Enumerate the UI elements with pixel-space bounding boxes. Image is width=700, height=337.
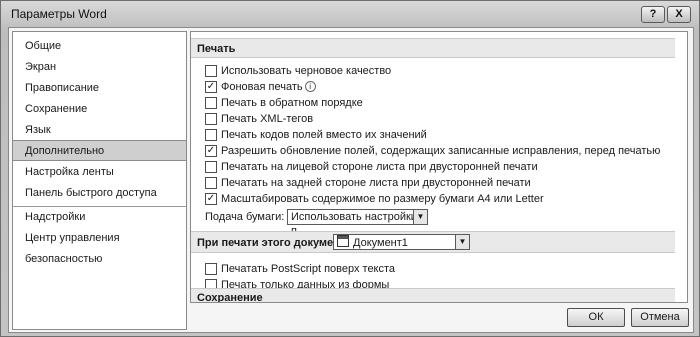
checkbox[interactable] — [205, 97, 217, 109]
option-label: Масштабировать содержимое по размеру бум… — [221, 193, 544, 205]
option-label: Печатать на задней стороне листа при дву… — [221, 177, 531, 189]
help-button[interactable]: ? — [641, 6, 665, 23]
title-bar[interactable]: Параметры Word ? X — [1, 1, 699, 27]
chevron-down-icon[interactable]: ▼ — [413, 210, 427, 224]
options-dialog: Параметры Word ? X Общие Экран Правописа… — [0, 0, 700, 337]
checkbox[interactable] — [205, 129, 217, 141]
sidebar-item-addins[interactable]: Надстройки — [13, 207, 186, 228]
dialog-body: Общие Экран Правописание Сохранение Язык… — [8, 27, 694, 333]
checkbox[interactable] — [205, 65, 217, 77]
close-button[interactable]: X — [667, 6, 691, 23]
sidebar-item-advanced[interactable]: Дополнительно — [13, 140, 186, 161]
section-header-print: Печать — [191, 38, 675, 58]
checkbox[interactable] — [205, 177, 217, 189]
sidebar-item-trust-center[interactable]: Центр управления безопасностью — [13, 228, 186, 265]
paper-feed-label: Подача бумаги: — [205, 211, 285, 223]
checkbox[interactable] — [205, 161, 217, 173]
checkbox-checked[interactable]: ✓ — [205, 81, 217, 93]
sidebar-item-customize-ribbon[interactable]: Настройка ленты — [13, 162, 186, 183]
sidebar-item-display[interactable]: Экран — [13, 57, 186, 78]
option-label: Использовать черновое качество — [221, 65, 392, 77]
document-section-title: При печати этого документа: — [197, 237, 355, 249]
option-label: Печать кодов полей вместо их значений — [221, 129, 427, 141]
option-label: Печатать PostScript поверх текста — [221, 263, 396, 275]
checkbox[interactable] — [205, 113, 217, 125]
sidebar-item-quick-access-toolbar[interactable]: Панель быстрого доступа — [13, 183, 186, 204]
checkbox[interactable] — [205, 263, 217, 275]
info-icon[interactable]: i — [304, 81, 316, 92]
option-label: Фоновая печать — [221, 81, 303, 93]
paper-feed-select[interactable]: Использовать настройки п... ▼ — [287, 209, 428, 237]
sidebar: Общие Экран Правописание Сохранение Язык… — [12, 31, 187, 330]
option-label: Печать в обратном порядке — [221, 97, 363, 109]
options-content: Печать Использовать черновое качество ✓ … — [190, 31, 688, 303]
option-label: Печать XML-тегов — [221, 113, 314, 125]
sidebar-item-proofing[interactable]: Правописание — [13, 78, 186, 99]
sidebar-item-language[interactable]: Язык — [13, 120, 186, 141]
cancel-button[interactable]: Отмена — [631, 308, 689, 327]
section-header-save: Сохранение — [191, 288, 675, 302]
window-title: Параметры Word — [11, 7, 107, 21]
checkbox-checked[interactable]: ✓ — [205, 145, 217, 157]
ok-button[interactable]: ОК — [567, 308, 625, 327]
option-label: Печатать на лицевой стороне листа при дв… — [221, 161, 538, 173]
checkbox-checked[interactable]: ✓ — [205, 193, 217, 205]
document-icon — [337, 235, 349, 247]
document-select[interactable]: Документ1 ▼ — [333, 234, 470, 250]
chevron-down-icon[interactable]: ▼ — [455, 235, 469, 249]
sidebar-item-save[interactable]: Сохранение — [13, 99, 186, 120]
option-label-wrap: Фоновая печать i — [221, 80, 316, 94]
sidebar-item-general[interactable]: Общие — [13, 36, 186, 57]
option-label: Разрешить обновление полей, содержащих з… — [221, 145, 661, 157]
document-value: Документ1 — [353, 237, 408, 249]
